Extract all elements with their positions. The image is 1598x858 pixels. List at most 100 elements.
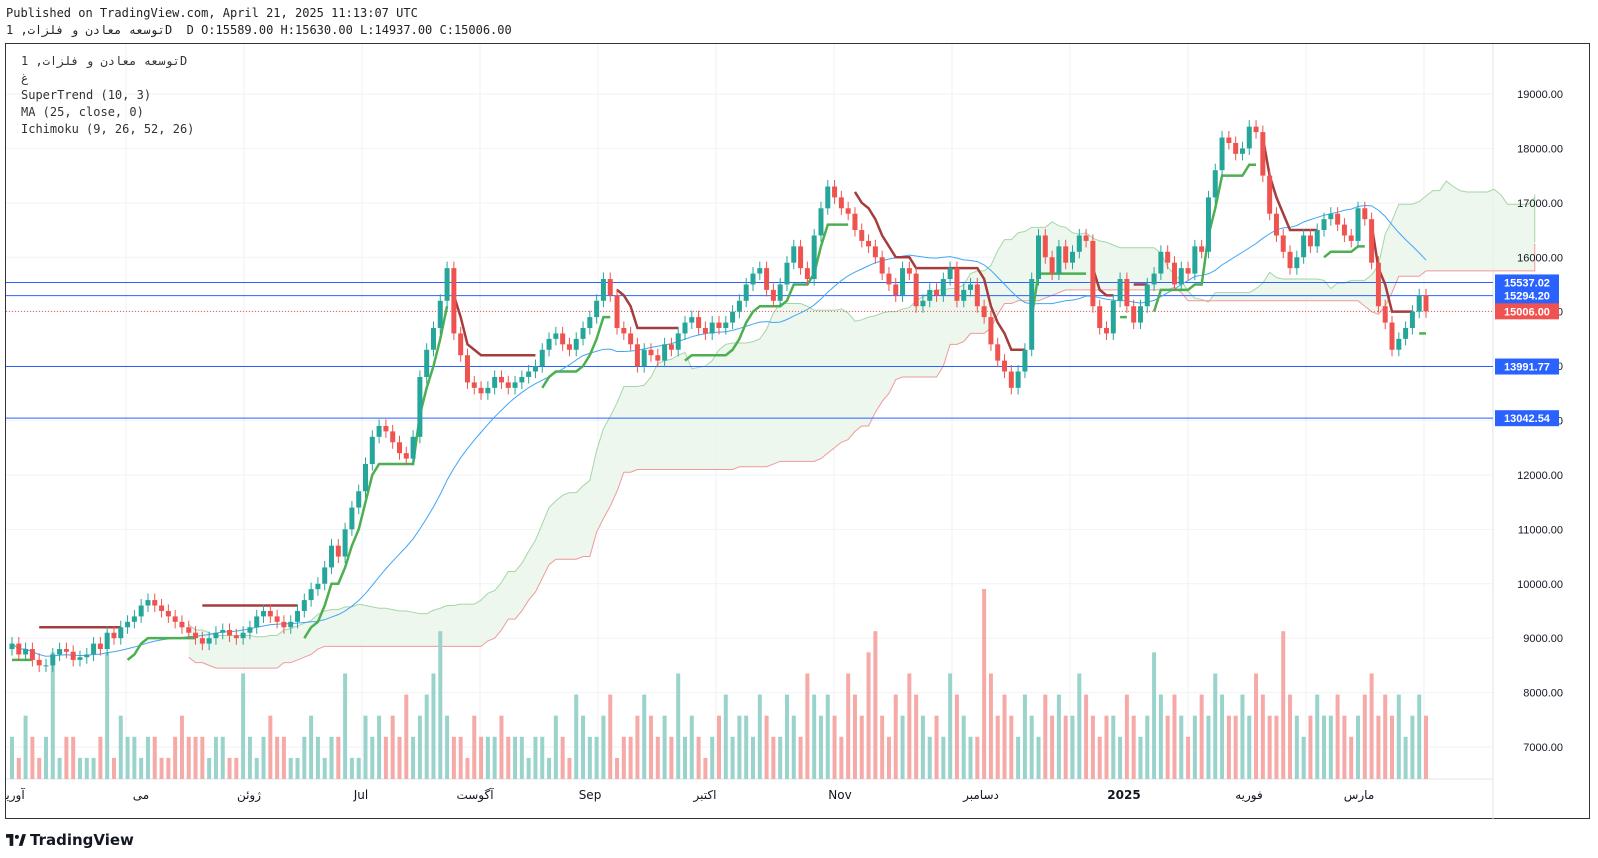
candle-body bbox=[410, 436, 416, 459]
candle-body bbox=[702, 327, 708, 334]
candle-body bbox=[1233, 142, 1239, 154]
candle-body bbox=[247, 627, 253, 633]
candle-body bbox=[77, 657, 83, 660]
volume-bar bbox=[1403, 736, 1408, 779]
volume-bar bbox=[1240, 694, 1245, 779]
candle-body bbox=[988, 317, 994, 345]
candle-body bbox=[57, 649, 63, 655]
volume-bar bbox=[601, 715, 606, 779]
volume-bar bbox=[608, 694, 613, 779]
volume-bar bbox=[832, 715, 837, 779]
volume-bar bbox=[309, 715, 314, 779]
legend-symbol-sub: غ bbox=[21, 71, 29, 85]
candle-body bbox=[1301, 235, 1307, 258]
volume-bar bbox=[900, 715, 905, 779]
volume-bar bbox=[1036, 736, 1041, 779]
volume-bar bbox=[1206, 715, 1211, 779]
volume-bar bbox=[1260, 694, 1265, 779]
candle-body bbox=[1226, 137, 1232, 143]
candle-body bbox=[288, 621, 294, 628]
candle-body bbox=[1314, 230, 1320, 247]
volume-bar bbox=[179, 715, 184, 779]
volume-bar bbox=[1029, 715, 1034, 779]
chart-canvas[interactable]: 7000.00 8000.00 9000.00 10000.00 11000.00 120… bbox=[6, 44, 1591, 820]
volume-bar bbox=[57, 757, 62, 779]
volume-bar bbox=[1131, 715, 1136, 779]
supertrend-line bbox=[1152, 163, 1257, 313]
volume-bar bbox=[1356, 715, 1361, 779]
price-label: 13042.54 bbox=[1504, 413, 1551, 425]
volume-bar bbox=[805, 673, 810, 779]
volume-bar bbox=[302, 736, 307, 779]
candle-body bbox=[668, 344, 674, 350]
volume-bar bbox=[91, 757, 96, 779]
volume-bar bbox=[784, 694, 789, 779]
candle-body bbox=[356, 491, 362, 508]
candle-body bbox=[675, 333, 681, 350]
candle-body bbox=[512, 382, 518, 388]
candle-body bbox=[777, 284, 783, 301]
volume-bar bbox=[166, 757, 171, 779]
candle-body bbox=[1253, 126, 1259, 133]
volume-bar bbox=[1274, 715, 1279, 779]
volume-bar bbox=[186, 736, 191, 779]
volume-bar bbox=[200, 736, 205, 779]
volume-bar bbox=[424, 694, 429, 779]
candle-body bbox=[342, 529, 348, 557]
volume-bar bbox=[343, 673, 348, 779]
candle-body bbox=[866, 240, 872, 247]
volume-bar bbox=[553, 715, 558, 779]
volume-bar bbox=[1002, 694, 1007, 779]
volume-bar bbox=[431, 673, 436, 779]
volume-bar bbox=[710, 736, 715, 779]
volume-bar bbox=[519, 736, 524, 779]
candle-body bbox=[736, 300, 742, 312]
volume-bar bbox=[547, 757, 552, 779]
candle-body bbox=[267, 610, 273, 617]
volume-bar bbox=[268, 715, 273, 779]
volume-bar bbox=[451, 736, 456, 779]
volume-bar bbox=[1281, 631, 1286, 779]
volume-bar bbox=[594, 736, 599, 779]
supertrend-line bbox=[452, 294, 536, 357]
volume-bar bbox=[30, 736, 35, 779]
candle-body bbox=[621, 327, 627, 334]
candle-body bbox=[1083, 235, 1089, 241]
candle-body bbox=[757, 268, 763, 274]
candle-body bbox=[1273, 213, 1279, 236]
volume-bar bbox=[689, 715, 694, 779]
candle-body bbox=[1178, 268, 1184, 285]
candle-body bbox=[818, 208, 824, 236]
candle-body bbox=[451, 268, 457, 334]
volume-bar bbox=[1294, 715, 1299, 779]
candle-body bbox=[1029, 279, 1035, 350]
candle-body bbox=[1375, 262, 1381, 307]
volume-bar bbox=[315, 736, 320, 779]
legend-supertrend: SuperTrend (10, 3) bbox=[21, 88, 152, 102]
volume-bar bbox=[968, 736, 973, 779]
candle-body bbox=[981, 306, 987, 318]
candle-body bbox=[573, 338, 579, 350]
volume-bar bbox=[513, 736, 518, 779]
candle-body bbox=[594, 300, 600, 318]
legend-symbol: توسعه معادن و فلزات, 1D bbox=[21, 54, 188, 68]
candle-body bbox=[213, 632, 219, 639]
volume-bar bbox=[234, 757, 239, 779]
candle-body bbox=[566, 344, 572, 350]
tradingview-logo: TradingView bbox=[6, 831, 134, 849]
volume-bar bbox=[669, 736, 674, 779]
candle-body bbox=[1090, 240, 1096, 307]
volume-bar bbox=[479, 736, 484, 779]
candle-body bbox=[281, 621, 287, 628]
chart-frame[interactable]: 7000.00 8000.00 9000.00 10000.00 11000.00 120… bbox=[5, 43, 1591, 820]
volume-bar bbox=[1267, 715, 1272, 779]
candle-body bbox=[240, 632, 246, 639]
x-tick-label: اکتبر bbox=[693, 788, 717, 803]
candle-body bbox=[50, 654, 56, 666]
candle-body bbox=[1321, 219, 1327, 231]
x-tick-label: 2025 bbox=[1107, 788, 1140, 802]
volume-bar bbox=[1226, 715, 1231, 779]
candle-body bbox=[63, 649, 69, 652]
volume-bar bbox=[642, 694, 647, 779]
volume-bar bbox=[390, 715, 395, 779]
